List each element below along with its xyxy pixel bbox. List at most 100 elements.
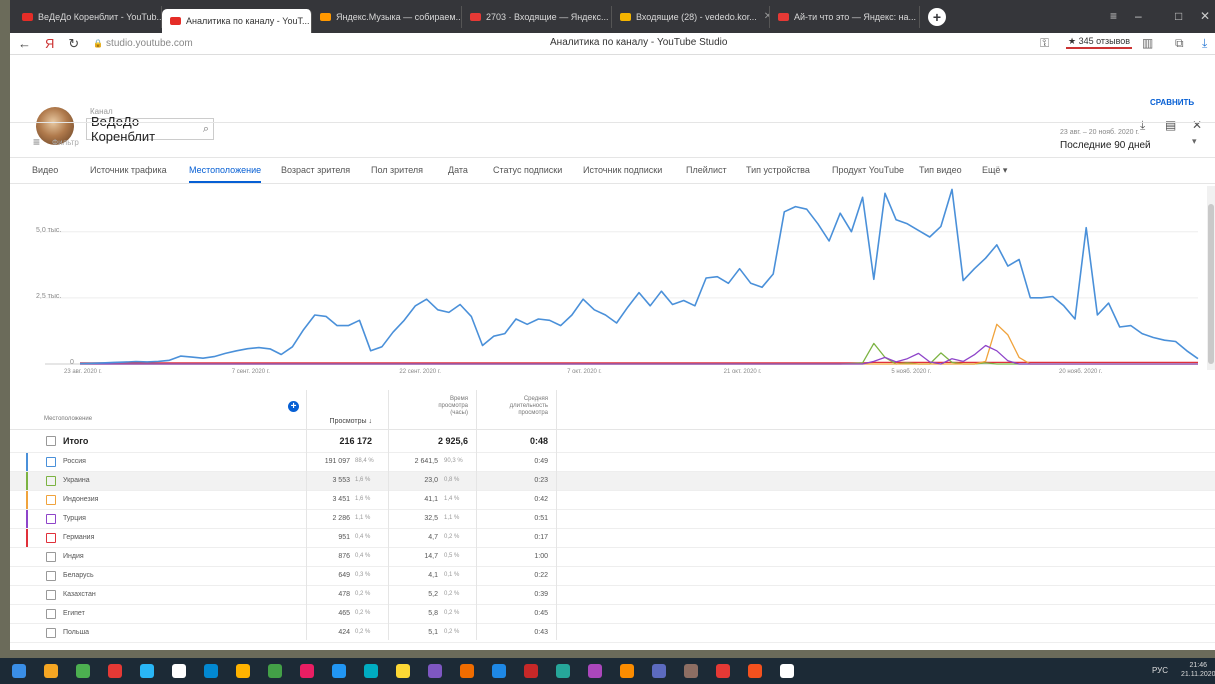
row-checkbox[interactable] [46,495,56,505]
browser-tab[interactable]: Аналитика по каналу - YouT...✕ [162,9,312,33]
url-field[interactable]: 🔒 studio.youtube.com [93,38,192,49]
clock[interactable]: 21:46 21.11.2020 [1181,661,1215,679]
total-label: Итого [63,436,89,446]
row-checkbox[interactable] [46,552,56,562]
window-close-icon[interactable]: ✕ [1200,9,1210,23]
col-avg-duration[interactable]: Средняя длительность просмотра [490,396,548,417]
taskbar-app-icon[interactable] [620,664,634,678]
taskbar-app-icon[interactable] [428,664,442,678]
row-checkbox[interactable] [46,476,56,486]
row-checkbox[interactable] [46,457,56,467]
language-indicator[interactable]: РУС [1152,666,1168,675]
taskbar-app-icon[interactable] [492,664,506,678]
watch-time-value: 14,7 [424,553,438,560]
row-checkbox[interactable] [46,533,56,543]
table-row[interactable]: Индия 876 0,4 % 14,7 0,5 % 1:00 [10,548,1215,567]
taskbar-app-icon[interactable] [76,664,90,678]
taskbar-app-icon[interactable] [172,664,186,678]
reload-button[interactable]: ↻ [68,36,79,52]
table-row[interactable]: Польша 424 0,2 % 5,1 0,2 % 0:43 [10,624,1215,643]
browser-tab[interactable]: Ай-ти что это — Яндекс: на...✕ [770,5,920,28]
tab-8[interactable]: Источник подписки [583,165,662,175]
row-checkbox[interactable] [46,628,56,638]
period-selector[interactable]: Последние 90 дней [1060,140,1151,151]
taskbar-app-icon[interactable] [460,664,474,678]
new-tab-button[interactable]: + [928,7,946,26]
table-row[interactable]: Беларусь 649 0,3 % 4,1 0,1 % 0:22 [10,567,1215,586]
taskbar-app-icon[interactable] [396,664,410,678]
taskbar-app-icon[interactable] [748,664,762,678]
extensions-icon[interactable]: ⧉ [1175,36,1184,51]
tab-12[interactable]: Тип видео [919,165,962,175]
tab-11[interactable]: Продукт YouTube [832,165,904,175]
window-maximize-icon[interactable]: □ [1175,9,1182,23]
tab-5[interactable]: Пол зрителя [371,165,423,175]
col-views[interactable]: Просмотры ↓ [310,418,372,425]
x-tick-label: 5 нояб. 2020 г. [891,369,932,375]
row-checkbox[interactable] [46,436,56,446]
table-row[interactable]: Египет 465 0,2 % 5,8 0,2 % 0:45 [10,605,1215,624]
row-checkbox[interactable] [46,514,56,524]
taskbar-app-icon[interactable] [556,664,570,678]
tab-10[interactable]: Тип устройства [746,165,810,175]
col-watch-time[interactable]: Время просмотра (часы) [420,396,468,417]
taskbar-app-icon[interactable] [268,664,282,678]
taskbar-app-icon[interactable] [12,664,26,678]
taskbar-app-icon[interactable] [780,664,794,678]
browser-tab[interactable]: Входящие (28) - vededo.kor...✕ [612,5,770,28]
col-location[interactable]: Местоположение [44,416,92,423]
scrollbar-thumb[interactable] [1208,204,1214,364]
row-checkbox[interactable] [46,609,56,619]
table-total-row: Итого 216 172 2 925,6 0:48 [10,430,1215,453]
table-row[interactable]: Казахстан 478 0,2 % 5,2 0,2 % 0:39 [10,586,1215,605]
minimize-icon[interactable]: ‒ [1135,9,1142,23]
taskbar-app-icon[interactable] [300,664,314,678]
compare-button[interactable]: СРАВНИТЬ [1150,98,1194,107]
tab-7[interactable]: Статус подписки [493,165,562,175]
tab-9[interactable]: Плейлист [686,165,727,175]
table-row[interactable]: Германия 951 0,4 % 4,7 0,2 % 0:17 [10,529,1215,548]
table-row[interactable]: Турция 2 286 1,1 % 32,5 1,1 % 0:51 [10,510,1215,529]
filter-icon[interactable]: ≡ [33,135,40,149]
bookmarks-icon[interactable]: ▥ [1142,36,1153,50]
taskbar-app-icon[interactable] [524,664,538,678]
taskbar-app-icon[interactable] [236,664,250,678]
taskbar-app-icon[interactable] [364,664,378,678]
taskbar-app-icon[interactable] [140,664,154,678]
views-value: 478 [338,591,350,598]
tab-4[interactable]: Возраст зрителя [281,165,350,175]
country-name: Россия [63,458,86,465]
taskbar-app-icon[interactable] [44,664,58,678]
tab-2[interactable]: Источник трафика [90,165,167,175]
key-icon[interactable]: ⚿ [1040,36,1049,51]
taskbar-app-icon[interactable] [588,664,602,678]
row-checkbox[interactable] [46,571,56,581]
menu-icon[interactable]: ≡ [1110,9,1117,23]
yandex-icon[interactable]: Я [45,36,54,51]
taskbar-app-icon[interactable] [684,664,698,678]
taskbar-app-icon[interactable] [204,664,218,678]
tab-3[interactable]: Местоположение [189,165,262,183]
filter-input[interactable]: Фильтр [52,138,79,147]
taskbar-app-icon[interactable] [716,664,730,678]
table-row[interactable]: Украина 3 553 1,6 % 23,0 0,8 % 0:23 [10,472,1215,491]
tab-favicon-icon [170,17,181,25]
taskbar-app-icon[interactable] [652,664,666,678]
download-indicator-icon[interactable]: ⤓ [1202,36,1207,51]
tab-6[interactable]: Дата [448,165,468,175]
tab-1[interactable]: Видео [32,165,58,175]
browser-tab[interactable]: ВеДеДо Коренблит - YouTub...✕ [14,5,162,28]
scrollbar[interactable] [1207,186,1215,370]
tab-13[interactable]: Ещё ▾ [982,165,1007,176]
taskbar-app-icon[interactable] [332,664,346,678]
add-column-button[interactable]: + [288,401,299,412]
browser-tab[interactable]: Яндекс.Музыка — собираем...✕ [312,5,462,28]
taskbar-app-icon[interactable] [108,664,122,678]
row-checkbox[interactable] [46,590,56,600]
reviews-badge[interactable]: ★ 345 отзывов [1066,36,1133,49]
back-button[interactable]: ← [18,36,31,51]
table-row[interactable]: Индонезия 3 451 1,6 % 41,1 1,4 % 0:42 [10,491,1215,510]
table-row[interactable]: Россия 191 097 88,4 % 2 641,5 90,3 % 0:49 [10,453,1215,472]
browser-tab[interactable]: 2703 · Входящие — Яндекс...✕ [462,5,612,28]
chevron-down-icon[interactable]: ▾ [1192,136,1197,147]
